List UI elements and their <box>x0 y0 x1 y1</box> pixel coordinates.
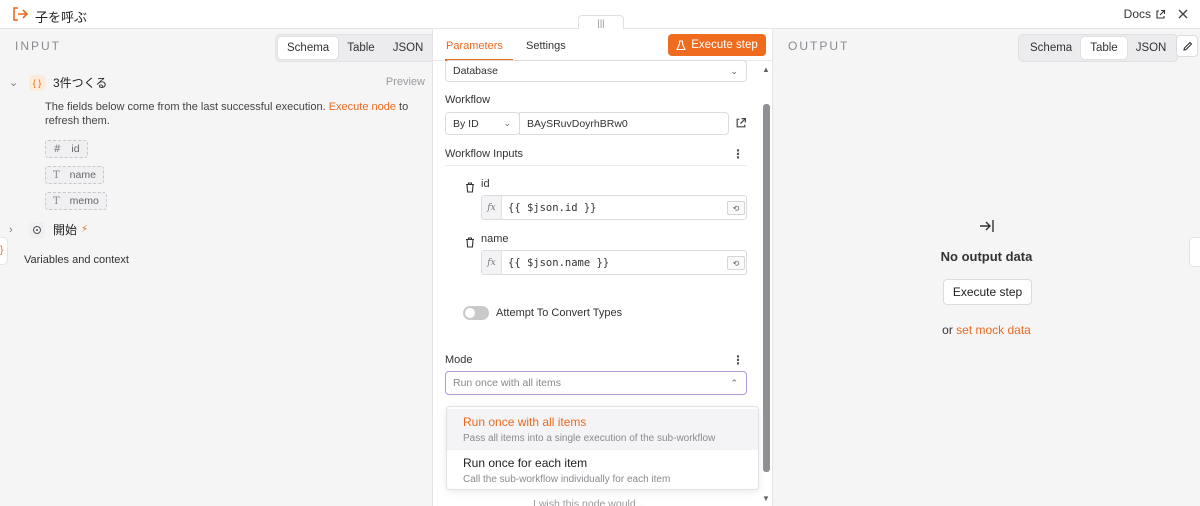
convert-types-toggle[interactable] <box>463 306 489 320</box>
number-type-icon: # <box>53 143 62 155</box>
code-node-icon: { } <box>29 74 45 91</box>
input-view-json[interactable]: JSON <box>384 37 433 59</box>
reset-icon[interactable]: ⟲ <box>727 201 745 215</box>
string-type-icon: T <box>53 195 60 207</box>
mode-dropdown: Run once with all items Pass all items i… <box>446 406 759 490</box>
parameters-panel: Parameters Settings Execute step Databas… <box>432 29 773 506</box>
sign-in-arrow-icon <box>980 220 994 232</box>
mock-data-line: or set mock data <box>942 323 1031 337</box>
schema-field-name[interactable]: T name <box>45 166 104 184</box>
input-panel: INPUT Schema Table JSON ⌄ { } 3件つくる Prev… <box>0 29 436 506</box>
input-name-name: name <box>481 233 509 245</box>
output-view-table[interactable]: Table <box>1081 37 1127 59</box>
string-type-icon: T <box>53 169 60 181</box>
output-view-toggle: Schema Table JSON <box>1018 34 1179 62</box>
output-heading: OUTPUT <box>788 39 850 53</box>
chevron-down-icon: ⌄ <box>503 118 511 128</box>
trigger-node-icon <box>29 221 45 238</box>
output-execute-step-button[interactable]: Execute step <box>943 279 1032 305</box>
scroll-down-icon[interactable]: ▼ <box>762 494 770 503</box>
input-heading: INPUT <box>15 39 61 53</box>
workflow-mode-select[interactable]: By ID ⌄ <box>445 112 520 135</box>
collapse-left-tab[interactable]: } <box>0 237 8 265</box>
mode-label: Mode <box>445 354 473 366</box>
mode-options-icon[interactable]: ⋮ <box>732 353 744 367</box>
output-panel: OUTPUT Schema Table JSON No output data … <box>773 29 1200 506</box>
fx-icon: fx <box>482 251 502 274</box>
output-view-json[interactable]: JSON <box>1127 37 1176 59</box>
trash-icon[interactable] <box>465 237 475 248</box>
chevron-down-icon: ⌄ <box>730 65 738 76</box>
docs-label: Docs <box>1123 7 1151 21</box>
execute-step-button[interactable]: Execute step <box>668 34 766 56</box>
divider <box>445 165 747 166</box>
workflow-id-input[interactable]: BAySRuvDoyrhBRw0 <box>519 112 729 135</box>
tree-node-開始[interactable]: › 開始 ⚡ <box>9 221 88 238</box>
node-title[interactable]: 子を呼ぶ <box>35 7 87 26</box>
trash-icon[interactable] <box>465 182 475 193</box>
output-view-schema[interactable]: Schema <box>1021 37 1081 59</box>
parameter-tabs: Parameters Settings Execute step <box>433 29 772 61</box>
expression-input-id[interactable]: fx {{ $json.id }} ⟲ <box>481 195 747 220</box>
tab-settings[interactable]: Settings <box>526 40 566 52</box>
input-view-schema[interactable]: Schema <box>278 37 339 59</box>
tree-node-3件つくる[interactable]: ⌄ { } 3件つくる <box>9 74 107 91</box>
external-link-icon <box>1156 9 1166 19</box>
collapse-right-tab[interactable] <box>1189 237 1200 267</box>
scroll-up-icon[interactable]: ▲ <box>762 65 770 74</box>
workflow-label: Workflow <box>445 94 491 106</box>
variables-and-context[interactable]: Variables and context <box>24 254 129 266</box>
chevron-up-icon: ⌃ <box>730 377 738 388</box>
no-output-title: No output data <box>940 249 1033 264</box>
pointer-icon <box>33 225 41 234</box>
chevron-down-icon[interactable]: ⌄ <box>9 76 21 89</box>
scrollbar-thumb[interactable] <box>763 104 770 472</box>
preview-label: Preview <box>385 76 425 88</box>
mode-option-all-items[interactable]: Run once with all items Pass all items i… <box>447 409 758 450</box>
convert-types-label: Attempt To Convert Types <box>496 307 623 319</box>
schema-description: The fields below come from the last succ… <box>45 101 409 127</box>
schema-field-id[interactable]: # id <box>45 140 88 158</box>
docs-link[interactable]: Docs <box>1124 7 1166 21</box>
tab-parameters[interactable]: Parameters <box>446 40 503 52</box>
execute-workflow-icon <box>13 7 29 21</box>
edit-output-button[interactable] <box>1176 35 1198 57</box>
input-view-table[interactable]: Table <box>338 37 384 59</box>
reset-icon[interactable]: ⟲ <box>727 256 745 270</box>
expression-input-name[interactable]: fx {{ $json.name }} ⟲ <box>481 250 747 275</box>
source-select[interactable]: Database ⌄ <box>445 60 747 82</box>
node-name: 開始 <box>53 223 78 237</box>
toggle-knob <box>465 308 475 318</box>
fx-icon: fx <box>482 196 502 219</box>
pencil-icon <box>1182 41 1192 51</box>
node-name: 3件つくる <box>53 76 108 90</box>
input-view-toggle: Schema Table JSON <box>275 34 436 62</box>
mode-option-each-item[interactable]: Run once for each item Call the sub-work… <box>447 450 758 491</box>
set-mock-data-link[interactable]: set mock data <box>956 323 1031 337</box>
mode-select[interactable]: Run once with all items ⌃ <box>445 371 747 395</box>
schema-field-memo[interactable]: T memo <box>45 192 107 210</box>
trigger-bolt-icon: ⚡ <box>81 224 89 235</box>
input-name-id: id <box>481 178 490 190</box>
chevron-right-icon[interactable]: › <box>9 224 21 236</box>
open-workflow-icon[interactable] <box>735 117 747 129</box>
close-icon[interactable] <box>1174 5 1192 23</box>
workflow-inputs-label: Workflow Inputs <box>445 148 524 160</box>
workflow-inputs-options-icon[interactable]: ⋮ <box>732 147 744 161</box>
feedback-link[interactable]: I wish this node would... <box>533 498 644 506</box>
execute-node-link[interactable]: Execute node <box>329 101 396 113</box>
flask-icon <box>676 39 687 50</box>
